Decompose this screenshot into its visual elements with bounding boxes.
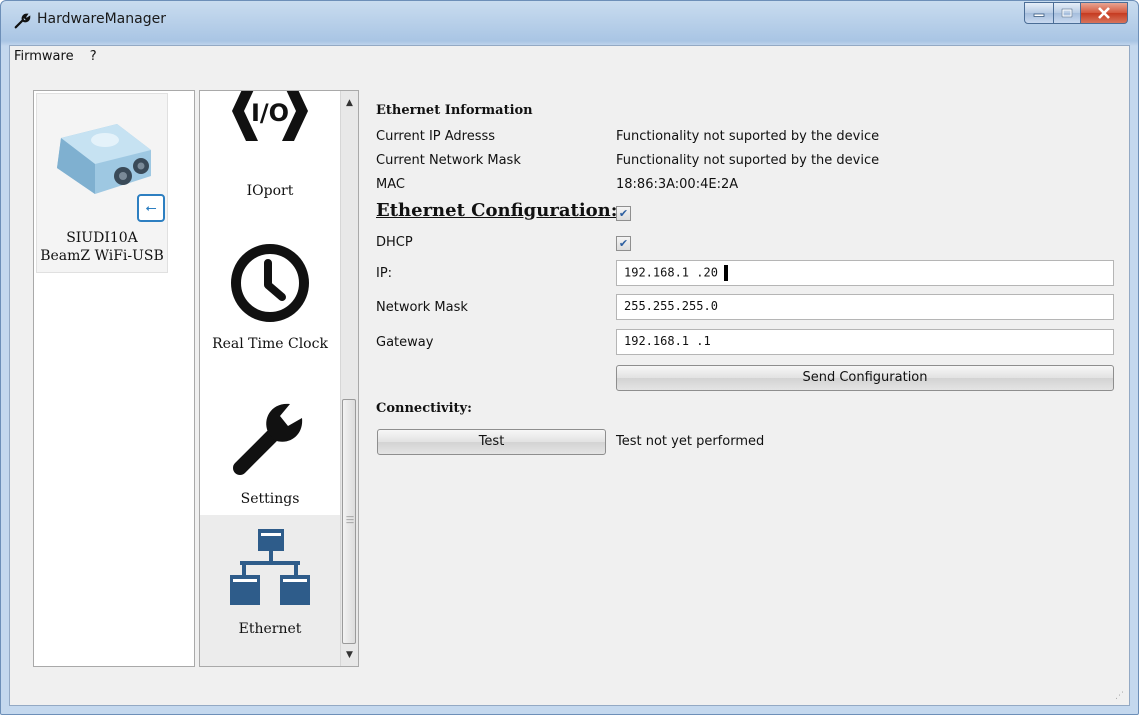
window-title: HardwareManager <box>37 11 166 27</box>
svg-text:I/O: I/O <box>251 99 289 127</box>
current-mask-value: Functionality not suported by the device <box>616 153 880 168</box>
page-label-real-time-clock: Real Time Clock <box>212 336 328 352</box>
page-list-scrollbar[interactable]: ▲ — — — ▼ <box>340 91 358 666</box>
ethernet-info-heading: Ethernet Information <box>376 103 533 118</box>
current-ip-label: Current IP Adresss <box>376 129 496 144</box>
network-icon <box>230 529 310 605</box>
device-list[interactable]: ⭠ SIUDI10A BeamZ WiFi-USB <box>33 90 195 667</box>
page-item-ioport[interactable]: I/O IOport <box>200 91 340 241</box>
maximize-icon <box>1061 8 1073 18</box>
connectivity-heading: Connectivity: <box>376 401 472 416</box>
test-button[interactable]: Test <box>377 429 606 455</box>
wrench-app-icon <box>14 13 31 29</box>
gateway-label: Gateway <box>376 335 434 350</box>
current-mask-label: Current Network Mask <box>376 153 521 168</box>
page-label-settings: Settings <box>240 491 300 507</box>
menu-bar: Firmware ? <box>10 46 1129 68</box>
client-area: Firmware ? ⭠ SIUDI10A BeamZ WiFi-USB I/O… <box>9 45 1130 706</box>
ip-field[interactable]: 192.168.1 .20 <box>616 260 1114 286</box>
page-item-real-time-clock[interactable]: Real Time Clock <box>200 241 340 394</box>
menu-help[interactable]: ? <box>84 46 103 67</box>
maximize-button[interactable] <box>1054 2 1081 24</box>
minimize-icon <box>1033 13 1045 17</box>
resize-grip-icon[interactable]: ⋰ <box>1115 691 1127 703</box>
close-icon <box>1098 7 1110 19</box>
scrollbar-thumb[interactable]: — — — <box>342 399 356 644</box>
title-bar[interactable]: HardwareManager <box>1 1 1138 41</box>
ethernet-config-heading: Ethernet Configuration: <box>376 200 618 221</box>
network-mask-field[interactable]: 255.255.255.0 <box>616 294 1114 320</box>
ethernet-page: Ethernet Information Current IP Adresss … <box>376 90 1114 690</box>
dhcp-checkbox[interactable]: ✔ <box>616 236 631 251</box>
io-icon: I/O <box>232 91 308 141</box>
scroll-down-icon[interactable]: ▼ <box>341 646 358 663</box>
scroll-up-icon[interactable]: ▲ <box>341 94 358 111</box>
ip-value: 192.168.1 .20 <box>624 265 718 280</box>
network-mask-label: Network Mask <box>376 300 468 315</box>
wrench-icon <box>233 403 303 475</box>
mac-value: 18:86:3A:00:4E:2A <box>616 177 739 192</box>
mac-label: MAC <box>376 177 405 192</box>
test-status: Test not yet performed <box>616 434 765 449</box>
ip-label: IP: <box>376 266 393 281</box>
ethernet-config-checkbox[interactable]: ✔ <box>616 206 631 221</box>
page-item-ethernet[interactable]: Ethernet <box>200 515 340 666</box>
page-label-ioport: IOport <box>246 183 294 199</box>
grip-icon: — — — <box>346 512 354 527</box>
menu-firmware[interactable]: Firmware <box>10 46 80 67</box>
gateway-field[interactable]: 192.168.1 .1 <box>616 329 1114 355</box>
dhcp-label: DHCP <box>376 235 413 250</box>
clock-icon <box>231 244 309 322</box>
current-ip-value: Functionality not suported by the device <box>616 129 880 144</box>
page-label-ethernet: Ethernet <box>238 621 302 637</box>
device-model: SIUDI10A <box>66 230 138 246</box>
device-name: BeamZ WiFi-USB <box>40 248 164 264</box>
send-configuration-button[interactable]: Send Configuration <box>616 365 1114 391</box>
app-window: HardwareManager Firmware ? ⭠ SIUDI10A Be… <box>0 0 1139 715</box>
device-card[interactable]: ⭠ SIUDI10A BeamZ WiFi-USB <box>36 93 168 273</box>
close-button[interactable] <box>1081 2 1128 24</box>
minimize-button[interactable] <box>1024 2 1054 24</box>
usb-icon: ⭠ <box>137 194 165 222</box>
text-cursor <box>723 265 728 281</box>
page-list: I/O IOport Real Time Clock Settings Ethe… <box>199 90 359 667</box>
